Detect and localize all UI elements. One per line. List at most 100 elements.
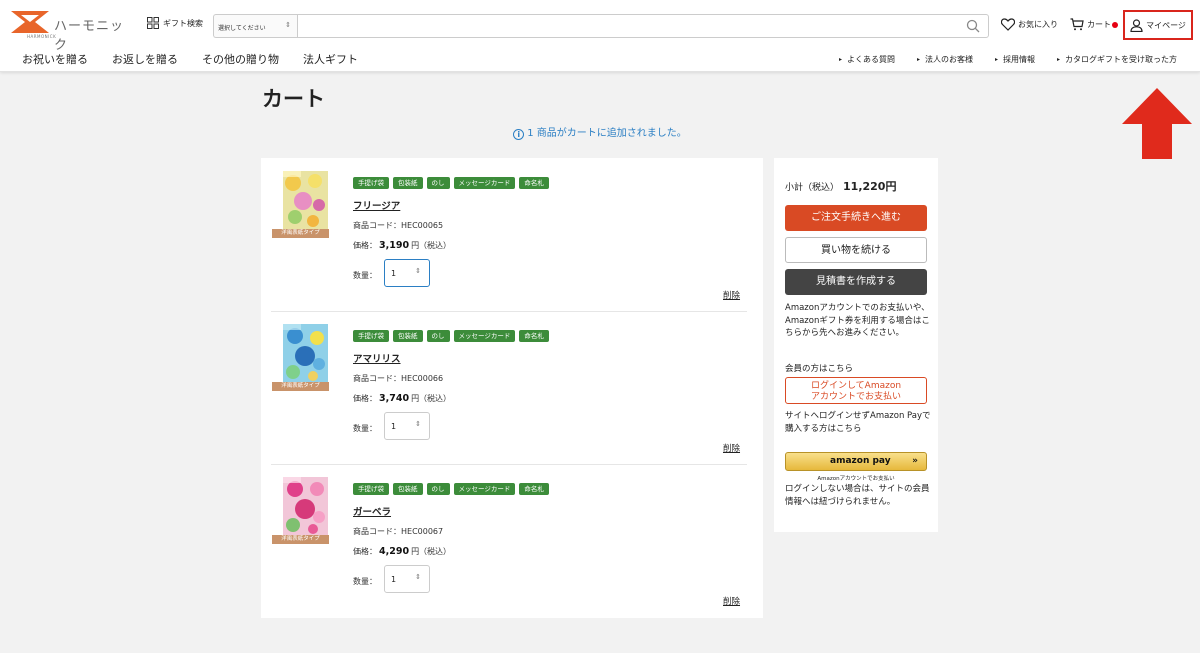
select-arrows-icon: ⇕ xyxy=(415,573,421,581)
search-icon[interactable] xyxy=(966,19,980,33)
product-name-link[interactable]: フリージア xyxy=(353,198,400,212)
cart-link[interactable]: カート xyxy=(1070,18,1111,31)
option-tags: 手提げ袋 包装紙 のし メッセージカード 命名札 xyxy=(353,330,549,342)
subtotal-value: 11,220円 xyxy=(843,180,897,193)
chevron-right-icon: » xyxy=(912,456,918,466)
delete-link[interactable]: 削除 xyxy=(723,595,740,607)
product-code-value: HEC00065 xyxy=(401,221,444,230)
tag-name-tag: 命名札 xyxy=(519,177,549,189)
favorites-label: お気に入り xyxy=(1018,20,1058,29)
quantity-value: 1 xyxy=(391,422,397,431)
product-code-value: HEC00066 xyxy=(401,374,444,383)
product-code-label: 商品コード： xyxy=(353,527,401,536)
option-tags: 手提げ袋 包装紙 のし メッセージカード 命名札 xyxy=(353,177,549,189)
product-name-link[interactable]: ガーベラ xyxy=(353,504,391,518)
nav-item-other-gifts[interactable]: その他の贈り物 xyxy=(202,51,279,67)
tag-noshi: のし xyxy=(426,177,450,189)
heart-icon xyxy=(1001,18,1015,31)
notice-text: 1 商品がカートに追加されました。 xyxy=(527,128,687,139)
page-title: カート xyxy=(262,87,325,111)
freesia-image xyxy=(283,171,328,230)
product-thumbnail[interactable]: 洋風表紙タイプ xyxy=(272,324,329,391)
added-to-cart-notice: i1 商品がカートに追加されました。 xyxy=(0,124,1200,140)
cart-item: 洋風表紙タイプ 手提げ袋 包装紙 のし メッセージカード 命名札 ガーベラ 商品… xyxy=(271,464,747,617)
product-thumbnail[interactable]: 洋風表紙タイプ xyxy=(272,477,329,544)
subtotal-label: 小計（税込） xyxy=(785,183,840,193)
amazon-pay-caption: Amazonアカウントでお支払い xyxy=(817,476,895,482)
price-unit: 円（税込） xyxy=(411,547,452,556)
delete-link[interactable]: 削除 xyxy=(723,289,740,301)
gift-search-label: ギフト検索 xyxy=(163,18,203,28)
login-amazon-pay-button[interactable]: ログインしてAmazon アカウントでお支払い xyxy=(785,377,927,404)
price-label: 価格： xyxy=(353,547,377,556)
tag-wrapping: 包装紙 xyxy=(393,483,423,495)
price-value: 3,190 xyxy=(379,240,410,251)
checkout-button[interactable]: ご注文手続きへ進む xyxy=(785,205,927,231)
product-price: 価格： 3,740 円（税込） xyxy=(353,393,451,404)
search-input[interactable] xyxy=(297,14,989,38)
price-label: 価格： xyxy=(353,394,377,403)
product-price: 価格： 4,290 円（税込） xyxy=(353,546,451,557)
tag-noshi: のし xyxy=(426,330,450,342)
quantity-label: 数量： xyxy=(353,424,377,433)
category-select-value: 選択してください xyxy=(218,25,266,32)
tag-name-tag: 命名札 xyxy=(519,330,549,342)
product-code-label: 商品コード： xyxy=(353,374,401,383)
amazon-pay-button[interactable]: amazon pay » xyxy=(785,452,927,471)
cart-label: カート xyxy=(1087,20,1111,29)
create-quote-button[interactable]: 見積書を作成する xyxy=(785,269,927,295)
nav-item-return-gift[interactable]: お返しを贈る xyxy=(112,51,178,67)
login-amazon-line-2: アカウントでお支払い xyxy=(810,391,901,402)
thumbnail-type-label: 洋風表紙タイプ xyxy=(272,229,329,238)
logo-text: ハーモニック xyxy=(54,19,125,53)
subtotal: 小計（税込） 11,220円 xyxy=(785,178,896,194)
price-value: 3,740 xyxy=(379,393,410,404)
cart-icon xyxy=(1070,18,1084,31)
delete-link[interactable]: 削除 xyxy=(723,442,740,454)
category-select[interactable]: 選択してください ⇕ xyxy=(213,14,297,38)
price-label: 価格： xyxy=(353,241,377,250)
continue-shopping-button[interactable]: 買い物を続ける xyxy=(785,237,927,263)
quantity-select[interactable]: 1 ⇕ xyxy=(384,259,430,287)
thumbnail-type-label: 洋風表紙タイプ xyxy=(272,382,329,391)
tag-bag: 手提げ袋 xyxy=(353,330,389,342)
cart-item-list: 洋風表紙タイプ 手提げ袋 包装紙 のし メッセージカード 命名札 フリージア 商… xyxy=(261,158,763,618)
gift-search-button[interactable]: ギフト検索 xyxy=(147,17,203,29)
logo-mark xyxy=(11,11,49,33)
tag-message-card: メッセージカード xyxy=(453,177,516,189)
quantity-select[interactable]: 1 ⇕ xyxy=(384,565,430,593)
product-code-value: HEC00067 xyxy=(401,527,444,536)
member-note: 会員の方はこちら xyxy=(785,364,854,374)
tag-wrapping: 包装紙 xyxy=(393,330,423,342)
mypage-label: マイページ xyxy=(1146,20,1186,30)
logo[interactable]: ハーモニック HARMONICK xyxy=(11,11,131,53)
grid-icon xyxy=(147,17,159,29)
option-tags: 手提げ袋 包装紙 のし メッセージカード 命名札 xyxy=(353,483,549,495)
product-thumbnail[interactable]: 洋風表紙タイプ xyxy=(272,171,329,238)
arrow-up-icon xyxy=(1122,88,1192,159)
mypage-link[interactable]: マイページ xyxy=(1123,10,1193,40)
subnav-corporate-customers[interactable]: 法人のお客様 xyxy=(917,54,973,65)
amazon-pay-logo: amazon pay xyxy=(830,456,891,466)
tag-wrapping: 包装紙 xyxy=(393,177,423,189)
thumbnail-type-label: 洋風表紙タイプ xyxy=(272,535,329,544)
product-name-link[interactable]: アマリリス xyxy=(353,351,401,365)
select-arrows-icon: ⇕ xyxy=(415,420,421,428)
subnav-recruit[interactable]: 採用情報 xyxy=(995,54,1035,65)
price-unit: 円（税込） xyxy=(411,394,452,403)
cart-badge-dot xyxy=(1112,22,1118,28)
tag-message-card: メッセージカード xyxy=(453,330,516,342)
nav-item-celebrate[interactable]: お祝いを贈る xyxy=(22,51,88,67)
login-amazon-line-1: ログインしてAmazon xyxy=(810,381,902,391)
product-price: 価格： 3,190 円（税込） xyxy=(353,240,451,251)
quantity-select[interactable]: 1 ⇕ xyxy=(384,412,430,440)
tag-message-card: メッセージカード xyxy=(453,483,516,495)
select-arrows-icon: ⇕ xyxy=(415,267,421,275)
favorites-link[interactable]: お気に入り xyxy=(1001,18,1058,31)
subnav-catalog-receivers[interactable]: カタログギフトを受け取った方 xyxy=(1057,54,1177,65)
nav-item-corporate[interactable]: 法人ギフト xyxy=(303,51,358,67)
tag-bag: 手提げ袋 xyxy=(353,177,389,189)
subnav-faq[interactable]: よくある質問 xyxy=(839,54,895,65)
no-link-note: ログインしない場合は、サイトの会員情報へは紐づけられません。 xyxy=(785,484,930,507)
product-code: 商品コード：HEC00066 xyxy=(353,373,443,384)
